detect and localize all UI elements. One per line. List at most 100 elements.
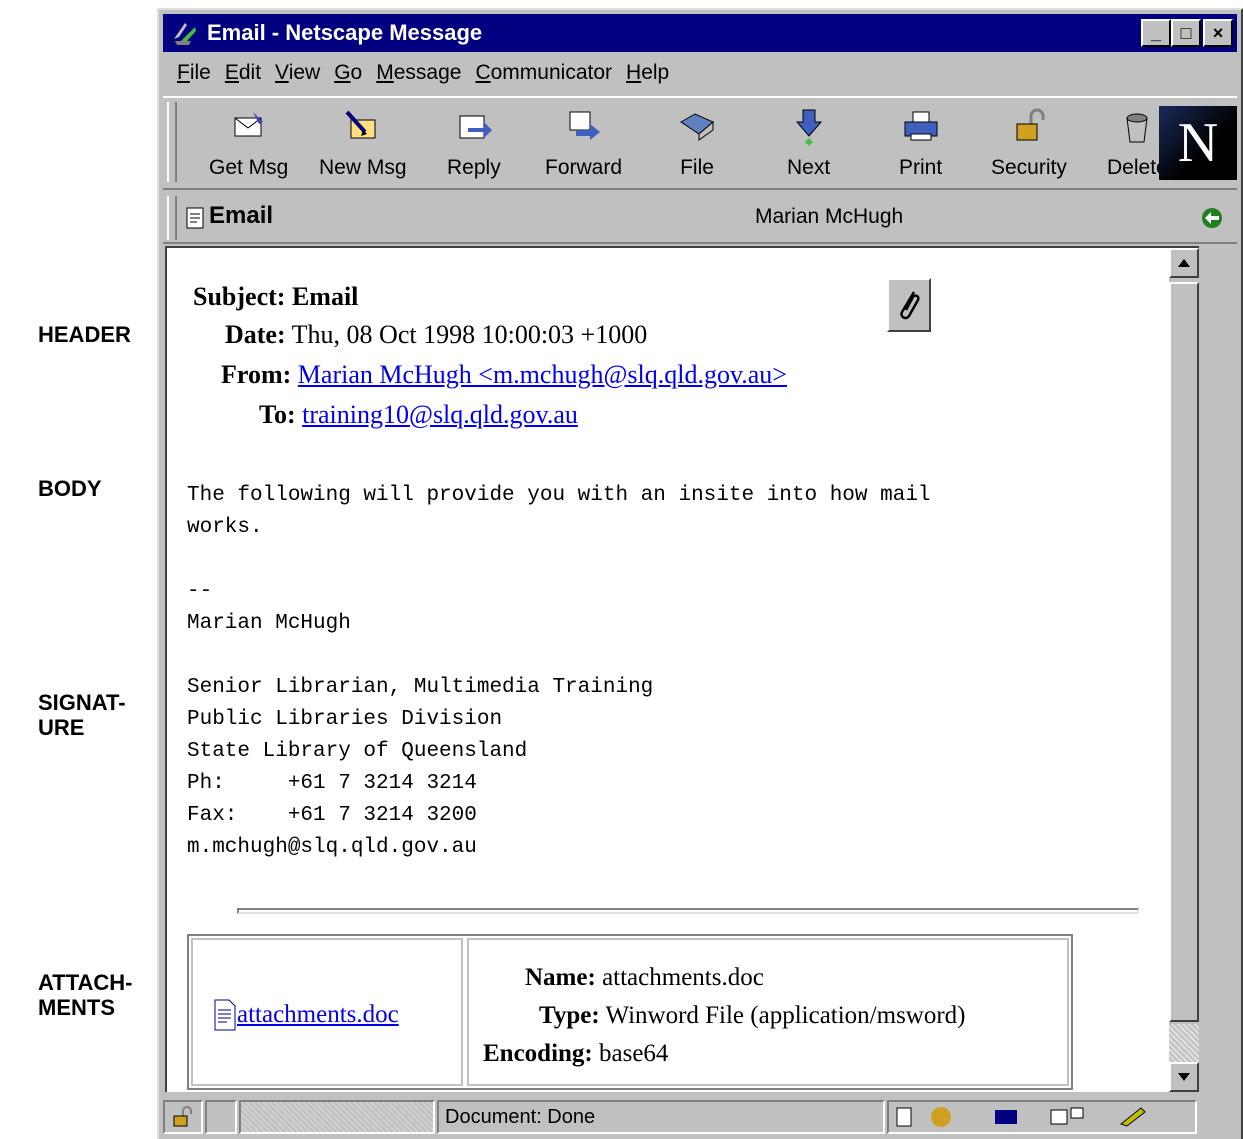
padlock-open-icon [1016, 108, 1045, 141]
attachment-name-label: Name: [525, 964, 596, 991]
get-msg-label: Get Msg [209, 156, 289, 179]
message-page-icon [186, 207, 204, 229]
subject-label: Subject: [193, 282, 286, 311]
next-label: Next [787, 156, 831, 179]
reply-button[interactable]: Reply [447, 108, 501, 186]
forward-button[interactable]: Forward [545, 108, 622, 186]
next-button[interactable]: Next [787, 108, 830, 186]
progress-cell [239, 1100, 435, 1134]
navigation-toolbar: Get Msg New Msg Reply Forward File Next … [163, 96, 1237, 190]
from-row: From: Marian McHugh <m.mchugh@slq.qld.go… [221, 360, 787, 390]
status-text-cell: Document: Done [437, 1100, 885, 1134]
signature-fax: Fax: +61 7 3214 3200 [187, 804, 477, 827]
body-line-1: The following will provide you with an i… [187, 484, 931, 507]
printer-icon [904, 111, 938, 141]
menu-bar: File Edit View Go Message Communicator H… [163, 56, 1237, 90]
document-icon [214, 999, 236, 1031]
signature-organization: State Library of Queensland [187, 740, 528, 763]
attachment-type-label: Type: [539, 1002, 600, 1029]
annotation-signature-line2: URE [38, 715, 85, 740]
annotation-attachments-line2: MENTS [38, 995, 115, 1020]
minimize-button[interactable]: _ [1141, 19, 1171, 47]
annotation-signature: SIGNAT- URE [38, 690, 126, 740]
forward-label: Forward [545, 156, 623, 179]
status-padlock-icon [173, 1106, 192, 1127]
scroll-thumb[interactable] [1169, 282, 1199, 1022]
file-label: File [680, 156, 714, 179]
get-msg-button[interactable]: Get Msg [209, 108, 288, 186]
signature-email: m.mchugh@slq.qld.gov.au [187, 836, 477, 859]
scroll-track[interactable] [1169, 1024, 1199, 1062]
attachment-info-cell: Name: attachments.doc Type: Winword File… [467, 938, 1069, 1086]
annotation-body: BODY [38, 476, 102, 501]
subject-row: Subject: Email [193, 282, 358, 312]
to-label: To: [259, 400, 296, 429]
signature-phone: Ph: +61 7 3214 3214 [187, 772, 477, 795]
security-button[interactable]: Security [991, 108, 1067, 186]
attachment-type-row: Type: Winword File (application/msword) [539, 1002, 966, 1030]
vertical-scrollbar[interactable] [1169, 248, 1199, 1094]
new-msg-button[interactable]: New Msg [319, 108, 407, 186]
component-icons [896, 1107, 1146, 1127]
attachment-type-value: Winword File (application/msword) [605, 1002, 966, 1029]
file-folder-icon [680, 113, 714, 141]
annotation-header: HEADER [38, 322, 131, 347]
attachment-link-text[interactable]: attachments.doc [237, 1001, 399, 1029]
signature-separator: -- [187, 580, 213, 603]
menu-help[interactable]: Help [626, 61, 669, 85]
annotation-attachments: ATTACH- MENTS [38, 970, 133, 1020]
netscape-message-window: Email - Netscape Message _ □ × File Edit… [157, 8, 1243, 1139]
from-label: From: [221, 360, 292, 389]
message-sender: Marian McHugh [755, 205, 904, 228]
menu-file[interactable]: File [177, 61, 211, 85]
scroll-down-arrow-icon [1178, 1073, 1190, 1081]
file-button[interactable]: File [677, 108, 717, 186]
window-controls: _ □ × [1141, 19, 1233, 47]
print-label: Print [899, 156, 943, 179]
message-location-bar: Email Marian McHugh [163, 192, 1237, 244]
get-msg-icon [234, 112, 263, 137]
to-row: To: training10@slq.qld.gov.au [259, 400, 578, 430]
menu-communicator[interactable]: Communicator [475, 61, 612, 85]
attachment-encoding-row: Encoding: base64 [483, 1040, 668, 1068]
attachment-link[interactable]: attachments.doc [213, 998, 399, 1032]
component-bar [887, 1100, 1197, 1134]
trash-can-icon [1126, 113, 1148, 143]
message-title: Email [209, 202, 274, 229]
maximize-button[interactable]: □ [1171, 19, 1201, 47]
netscape-ship-icon [174, 23, 196, 45]
scroll-down-button[interactable] [1169, 1062, 1199, 1092]
toolbar-grip[interactable] [167, 102, 177, 182]
scroll-up-button[interactable] [1169, 248, 1199, 278]
menu-go[interactable]: Go [334, 61, 362, 85]
attachment-paperclip-button[interactable] [887, 278, 931, 332]
signature-name: Marian McHugh [187, 612, 351, 635]
message-content-pane: Subject: Email Date: Thu, 08 Oct 1998 10… [165, 246, 1199, 1094]
menu-message[interactable]: Message [376, 61, 461, 85]
date-value: Thu, 08 Oct 1998 10:00:03 +1000 [291, 320, 648, 349]
netscape-logo[interactable]: N [1159, 106, 1237, 180]
to-link[interactable]: training10@slq.qld.gov.au [302, 400, 578, 429]
subject-value: Email [291, 282, 359, 311]
body-line-2: works. [187, 516, 263, 539]
security-status-icon[interactable] [1199, 206, 1225, 230]
reply-label: Reply [447, 156, 501, 179]
menu-edit[interactable]: Edit [225, 61, 261, 85]
attachment-divider [237, 908, 1139, 914]
menu-view[interactable]: View [275, 61, 320, 85]
annotation-signature-line1: SIGNAT- [38, 690, 126, 715]
print-button[interactable]: Print [899, 108, 942, 186]
attachment-name-value: attachments.doc [602, 964, 764, 991]
paperclip-icon [900, 291, 920, 320]
attachment-encoding-value: base64 [599, 1040, 669, 1067]
date-row: Date: Thu, 08 Oct 1998 10:00:03 +1000 [225, 320, 647, 350]
location-bar-grip[interactable] [167, 196, 177, 240]
annotation-attachments-line1: ATTACH- [38, 970, 133, 995]
security-lock-cell[interactable] [163, 1100, 203, 1134]
from-link[interactable]: Marian McHugh <m.mchugh@slq.qld.gov.au> [298, 360, 787, 389]
close-button[interactable]: × [1203, 19, 1233, 47]
reply-icon [459, 115, 492, 139]
status-bar: Document: Done [163, 1096, 1237, 1136]
title-bar[interactable]: Email - Netscape Message _ □ × [163, 14, 1237, 52]
signature-title: Senior Librarian, Multimedia Training [187, 676, 654, 699]
